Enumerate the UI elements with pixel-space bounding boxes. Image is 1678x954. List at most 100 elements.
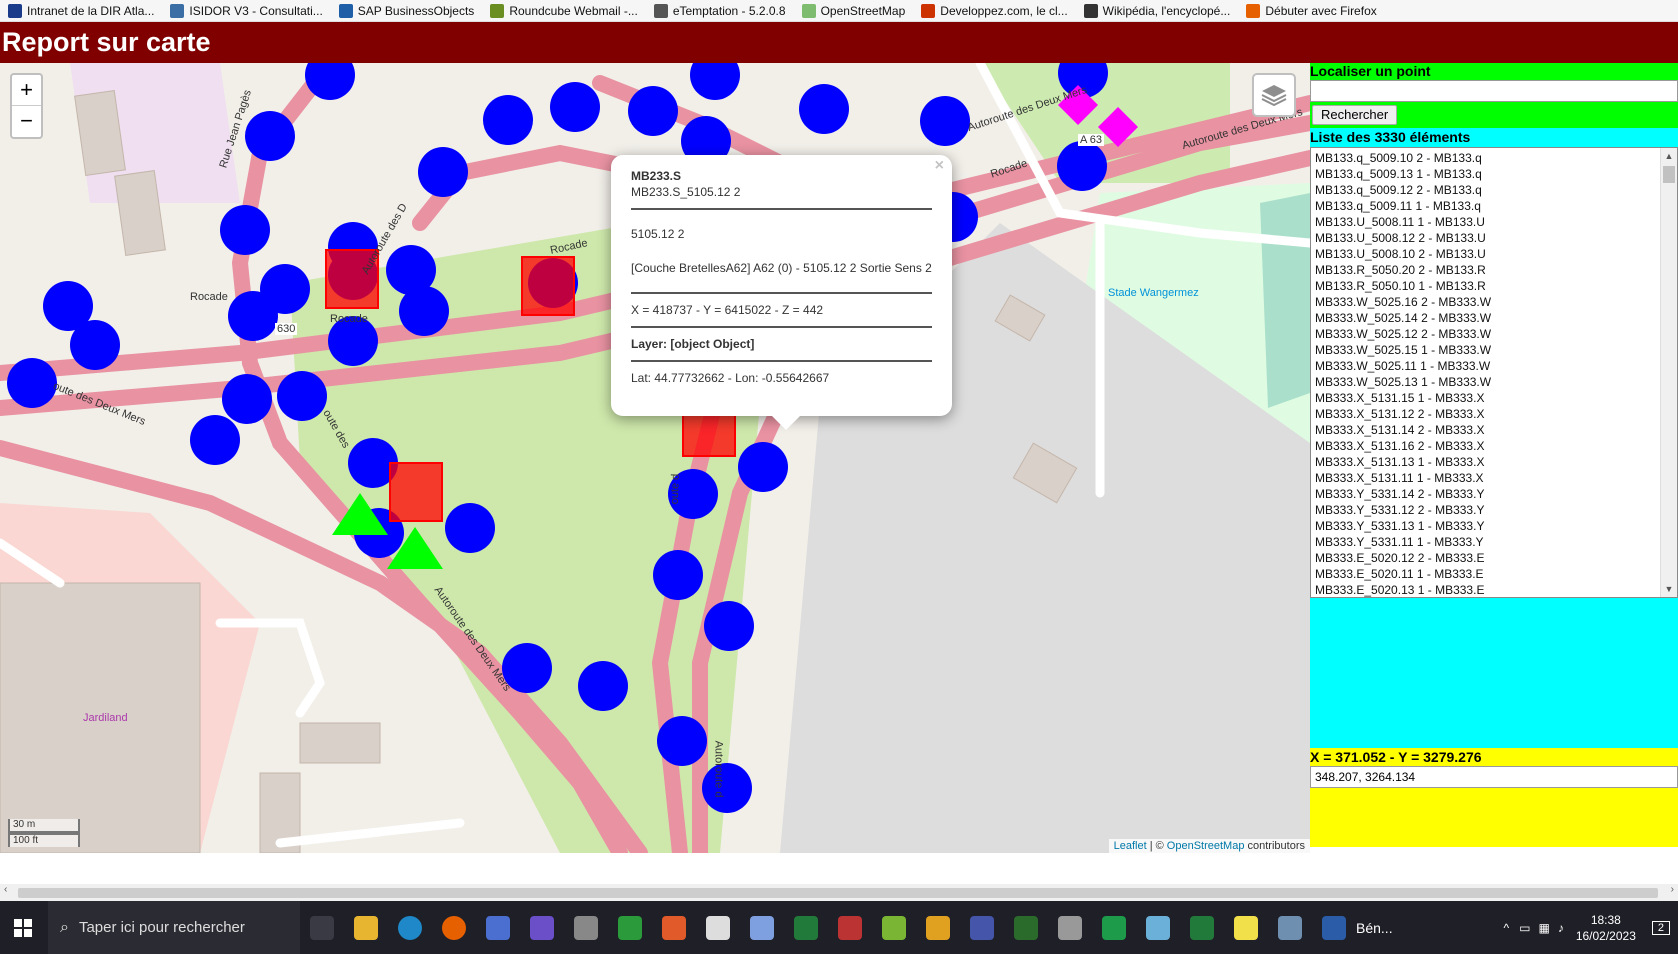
search-button[interactable]: Rechercher — [1312, 105, 1398, 125]
bookmark-item[interactable]: Wikipédia, l'encyclopé... — [1083, 3, 1230, 18]
app-icon[interactable] — [530, 915, 554, 940]
list-item[interactable]: MB333.W_5025.14 2 - MB333.W — [1315, 310, 1677, 326]
zoom-out-button[interactable]: − — [12, 106, 41, 137]
list-item[interactable]: MB333.W_5025.13 1 - MB333.W — [1315, 374, 1677, 390]
bookmark-item[interactable]: Intranet de la DIR Atla... — [8, 3, 154, 18]
app-icon[interactable] — [970, 915, 994, 940]
point-marker[interactable] — [550, 82, 600, 132]
edge-icon[interactable] — [398, 915, 422, 940]
square-marker[interactable] — [521, 256, 575, 316]
app-icon[interactable] — [838, 915, 862, 940]
app-icon[interactable] — [794, 915, 818, 940]
list-item[interactable]: MB333.W_5025.15 1 - MB333.W — [1315, 342, 1677, 358]
list-item[interactable]: MB133.U_5008.10 2 - MB133.U — [1315, 246, 1677, 262]
list-item[interactable]: MB133.q_5009.13 1 - MB133.q — [1315, 166, 1677, 182]
popup-close-button[interactable]: × — [935, 158, 944, 174]
firefox-icon[interactable] — [442, 915, 466, 940]
list-item[interactable]: MB133.q_5009.10 2 - MB133.q — [1315, 150, 1677, 166]
map-view[interactable]: Rocade Rocade Rocade Rocade 630 A 63 Aut… — [0, 63, 1310, 853]
list-item[interactable]: MB133.U_5008.11 1 - MB133.U — [1315, 214, 1677, 230]
point-marker[interactable] — [702, 763, 752, 813]
scrollbar-track[interactable] — [18, 888, 1658, 898]
bookmark-item[interactable]: Developpez.com, le cl... — [921, 3, 1068, 18]
app-icon[interactable] — [926, 915, 950, 940]
scroll-right-icon[interactable]: › — [1671, 884, 1674, 895]
app-icon[interactable] — [750, 915, 774, 940]
spreadsheet-icon[interactable] — [1102, 915, 1126, 940]
app-icon[interactable] — [1234, 915, 1258, 940]
scrollbar-thumb[interactable] — [1663, 166, 1675, 183]
clock[interactable]: 18:38 16/02/2023 — [1576, 912, 1636, 944]
point-marker[interactable] — [628, 86, 678, 136]
list-item[interactable]: MB333.X_5131.16 2 - MB333.X — [1315, 438, 1677, 454]
task-view-icon[interactable] — [310, 915, 334, 940]
scroll-down-icon[interactable]: ▼ — [1661, 581, 1677, 597]
list-item[interactable]: MB333.X_5131.12 2 - MB333.X — [1315, 406, 1677, 422]
locate-input[interactable] — [1310, 80, 1678, 102]
terminal-icon[interactable] — [1014, 915, 1038, 940]
bookmark-item[interactable]: Roundcube Webmail -... — [490, 3, 638, 18]
point-marker[interactable] — [483, 95, 533, 145]
point-marker[interactable] — [578, 661, 628, 711]
list-item[interactable]: MB333.E_5020.12 2 - MB333.E — [1315, 550, 1677, 566]
point-marker[interactable] — [653, 550, 703, 600]
zoom-in-button[interactable]: + — [12, 75, 41, 106]
app-icon[interactable] — [486, 915, 510, 940]
square-marker[interactable] — [389, 462, 443, 522]
point-marker[interactable] — [7, 358, 57, 408]
app-icon[interactable] — [662, 915, 686, 940]
list-item[interactable]: MB333.X_5131.11 1 - MB333.X — [1315, 470, 1677, 486]
list-item[interactable]: MB333.Y_5331.14 2 - MB333.Y — [1315, 486, 1677, 502]
layers-button[interactable] — [1252, 73, 1296, 117]
point-marker[interactable] — [220, 205, 270, 255]
list-scrollbar[interactable]: ▲ ▼ — [1660, 148, 1677, 597]
list-item[interactable]: MB333.W_5025.12 2 - MB333.W — [1315, 326, 1677, 342]
list-item[interactable]: MB133.R_5050.20 2 - MB133.R — [1315, 262, 1677, 278]
document-icon[interactable] — [706, 915, 730, 940]
list-item[interactable]: MB333.W_5025.11 1 - MB333.W — [1315, 358, 1677, 374]
point-marker[interactable] — [920, 96, 970, 146]
list-item[interactable]: MB333.E_5020.13 1 - MB333.E — [1315, 582, 1677, 597]
point-marker[interactable] — [245, 111, 295, 161]
taskbar-app-label[interactable]: Bén... — [1356, 920, 1393, 936]
list-item[interactable]: MB333.E_5020.11 1 - MB333.E — [1315, 566, 1677, 582]
volume-icon[interactable]: ♪ — [1558, 921, 1564, 935]
list-item[interactable]: MB133.R_5050.10 1 - MB133.R — [1315, 278, 1677, 294]
app-icon[interactable] — [1058, 915, 1082, 940]
point-marker[interactable] — [445, 503, 495, 553]
word-icon[interactable] — [1322, 915, 1346, 940]
point-marker[interactable] — [399, 286, 449, 336]
list-item[interactable]: MB133.q_5009.11 1 - MB133.q — [1315, 198, 1677, 214]
notifications-icon[interactable]: 2 — [1651, 920, 1670, 935]
bookmark-item[interactable]: Débuter avec Firefox — [1246, 3, 1377, 18]
file-explorer-icon[interactable] — [354, 915, 378, 940]
bookmark-item[interactable]: SAP BusinessObjects — [338, 3, 474, 18]
point-marker[interactable] — [738, 442, 788, 492]
point-marker[interactable] — [1057, 141, 1107, 191]
list-item[interactable]: MB333.Y_5331.13 1 - MB333.Y — [1315, 518, 1677, 534]
point-marker[interactable] — [190, 415, 240, 465]
app-icon[interactable] — [1146, 915, 1170, 940]
list-item[interactable]: MB333.X_5131.14 2 - MB333.X — [1315, 422, 1677, 438]
point-marker[interactable] — [799, 84, 849, 134]
point-marker[interactable] — [657, 716, 707, 766]
scroll-up-icon[interactable]: ▲ — [1661, 148, 1677, 164]
app-icon[interactable] — [574, 915, 598, 940]
elements-list[interactable]: MB133.q_5009.10 2 - MB133.q MB133.q_5009.… — [1310, 147, 1678, 598]
point-marker[interactable] — [704, 601, 754, 651]
point-marker[interactable] — [70, 320, 120, 370]
list-item[interactable]: MB133.q_5009.12 2 - MB133.q — [1315, 182, 1677, 198]
point-marker[interactable] — [418, 147, 468, 197]
scroll-left-icon[interactable]: ‹ — [4, 884, 7, 895]
taskbar-search[interactable]: ⌕ Taper ici pour rechercher — [48, 901, 300, 954]
leaflet-link[interactable]: Leaflet — [1114, 840, 1147, 852]
app-icon[interactable] — [1278, 915, 1302, 940]
bookmark-item[interactable]: eTemptation - 5.2.0.8 — [653, 3, 786, 18]
qgis-icon[interactable] — [882, 915, 906, 940]
list-item[interactable]: MB333.X_5131.13 1 - MB333.X — [1315, 454, 1677, 470]
point-marker[interactable] — [222, 374, 272, 424]
battery-icon[interactable]: ▭ — [1519, 921, 1530, 935]
list-item[interactable]: MB133.U_5008.12 2 - MB133.U — [1315, 230, 1677, 246]
app-icon[interactable] — [1190, 915, 1214, 940]
start-button[interactable] — [0, 901, 46, 954]
